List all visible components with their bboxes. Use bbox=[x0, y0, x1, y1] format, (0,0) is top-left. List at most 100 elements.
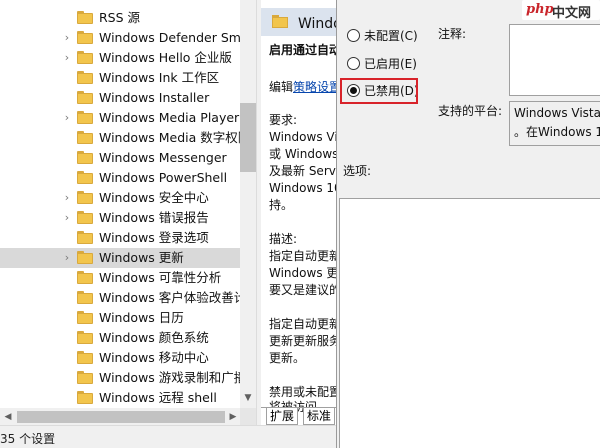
tree-item-label: Windows Ink 工作区 bbox=[99, 70, 220, 85]
requirements-line: 及最新 Service Pack bbox=[269, 164, 340, 178]
policy-detail-pane: Windows 更新 启用通过自动更新推荐的更新 编辑策略设置 要求: Wind… bbox=[261, 0, 340, 425]
description-line: 更新。 bbox=[269, 351, 306, 365]
tree-item-label: Windows 更新 bbox=[99, 250, 184, 265]
description-line: 指定自动更新 bbox=[269, 249, 340, 263]
tree-item[interactable]: Windows 远程 shell bbox=[0, 388, 240, 408]
tree-item[interactable]: › Windows Defender Smartscreen bbox=[0, 28, 240, 48]
tree-item[interactable]: › Windows 安全中心 bbox=[0, 188, 240, 208]
platform-text: 。在Windows 10 bbox=[514, 125, 600, 139]
description-line: 禁用或未配置 bbox=[269, 385, 340, 399]
options-label: 选项: bbox=[343, 164, 372, 178]
tree-item[interactable]: Windows Messenger bbox=[0, 148, 240, 168]
tree-horizontal-scroll-thumb[interactable] bbox=[17, 411, 225, 423]
tab-extended[interactable]: 扩展 bbox=[266, 408, 299, 425]
folder-icon bbox=[77, 351, 93, 364]
tree-item-label: Windows 错误报告 bbox=[99, 210, 209, 225]
radio-label: 未配置(C) bbox=[364, 29, 418, 43]
chevron-right-icon[interactable]: › bbox=[61, 191, 73, 205]
tree-item[interactable]: Windows 可靠性分析 bbox=[0, 268, 240, 288]
scroll-left-arrow-icon[interactable]: ◀ bbox=[2, 410, 14, 424]
supported-platform-field: Windows Vista 。在Windows 10 bbox=[509, 101, 600, 146]
folder-icon bbox=[77, 51, 93, 64]
tree-item[interactable]: Windows PowerShell bbox=[0, 168, 240, 188]
radio-circle-icon[interactable] bbox=[347, 29, 360, 42]
watermark-brand: php bbox=[526, 2, 554, 17]
edit-prefix: 编辑 bbox=[269, 80, 294, 94]
tree-item[interactable]: Windows Installer bbox=[0, 88, 240, 108]
folder-icon bbox=[77, 311, 93, 324]
policy-tree[interactable]: RSS 源 › Windows Defender Smartscreen › Windo… bbox=[0, 0, 255, 408]
tree-item-label: Windows 远程 shell bbox=[99, 390, 217, 405]
folder-icon bbox=[77, 271, 93, 284]
tree-item-label: Windows 登录选项 bbox=[99, 230, 209, 245]
folder-icon bbox=[77, 251, 93, 264]
description-line: 更新更新服务 bbox=[269, 334, 340, 348]
tree-item-label: Windows 安全中心 bbox=[99, 190, 209, 205]
tree-item-label: Windows Messenger bbox=[99, 150, 227, 165]
tree-vertical-scrollbar[interactable] bbox=[240, 0, 256, 408]
tab-standard[interactable]: 标准 bbox=[303, 408, 336, 425]
watermark-suffix: 中文网 bbox=[552, 6, 592, 21]
requirements-line: 持。 bbox=[269, 198, 294, 212]
tree-item-label: Windows 可靠性分析 bbox=[99, 270, 222, 285]
folder-icon bbox=[77, 11, 93, 24]
description-line: Windows 更新 bbox=[269, 266, 340, 280]
supported-platform-label: 支持的平台: bbox=[438, 104, 503, 118]
tree-item[interactable]: RSS 源 bbox=[0, 8, 240, 28]
tree-item-label: Windows PowerShell bbox=[99, 170, 228, 185]
platform-text: Windows Vista bbox=[514, 106, 600, 120]
tree-item-label: Windows 客户体验改善计划 bbox=[99, 290, 240, 305]
tree-item-label: Windows Hello 企业版 bbox=[99, 50, 232, 65]
radio-circle-icon[interactable] bbox=[347, 57, 360, 70]
chevron-right-icon[interactable]: › bbox=[61, 51, 73, 65]
folder-icon bbox=[77, 91, 93, 104]
tree-item-label: Windows Media 数字权限管理 bbox=[99, 130, 240, 145]
description-label: 描述: bbox=[269, 232, 298, 246]
tree-item[interactable]: › Windows 更新 bbox=[0, 248, 240, 268]
chevron-right-icon[interactable]: › bbox=[61, 251, 73, 265]
tree-item[interactable]: › Windows Media Player bbox=[0, 108, 240, 128]
chevron-right-icon[interactable]: › bbox=[61, 211, 73, 225]
tree-item-label: Windows Installer bbox=[99, 90, 210, 105]
tree-item-label: Windows 游戏录制和广播 bbox=[99, 370, 240, 385]
folder-icon bbox=[77, 391, 93, 404]
folder-icon bbox=[77, 211, 93, 224]
tree-item[interactable]: › Windows 错误报告 bbox=[0, 208, 240, 228]
tree-item[interactable]: › Windows Hello 企业版 bbox=[0, 48, 240, 68]
description-line: 要又是建议的 bbox=[269, 283, 340, 297]
chevron-right-icon[interactable]: › bbox=[61, 31, 73, 45]
tree-item[interactable]: Windows Media 数字权限管理 bbox=[0, 128, 240, 148]
folder-icon bbox=[77, 291, 93, 304]
edit-policy-link[interactable]: 策略设置 bbox=[293, 80, 340, 94]
annotation-highlight-box bbox=[340, 78, 418, 104]
tree-item[interactable]: Windows 移动中心 bbox=[0, 348, 240, 368]
radio-label: 已启用(E) bbox=[364, 57, 417, 71]
scroll-right-arrow-icon[interactable]: ▶ bbox=[227, 410, 239, 424]
tree-vertical-scroll-thumb[interactable] bbox=[240, 103, 256, 172]
tree-item[interactable]: Windows 颜色系统 bbox=[0, 328, 240, 348]
folder-icon bbox=[77, 371, 93, 384]
options-panel bbox=[339, 198, 600, 448]
edit-policy-line: 编辑策略设置 bbox=[269, 79, 340, 95]
folder-icon bbox=[77, 191, 93, 204]
policy-title: 启用通过自动更新推荐的更新 bbox=[269, 43, 340, 57]
tree-item[interactable]: Windows Ink 工作区 bbox=[0, 68, 240, 88]
comment-label: 注释: bbox=[438, 27, 467, 41]
tree-item-label: RSS 源 bbox=[99, 10, 141, 25]
scroll-down-arrow-icon[interactable]: ▼ bbox=[240, 390, 256, 406]
folder-icon bbox=[272, 15, 288, 28]
detail-header-title: Windows 更新 bbox=[298, 16, 340, 32]
status-setting-count: 35 个设置 bbox=[0, 432, 56, 446]
chevron-right-icon[interactable]: › bbox=[61, 111, 73, 125]
tree-item[interactable]: Windows 登录选项 bbox=[0, 228, 240, 248]
folder-icon bbox=[77, 131, 93, 144]
tree-item[interactable]: Windows 游戏录制和广播 bbox=[0, 368, 240, 388]
comment-textarea[interactable] bbox=[509, 24, 600, 96]
folder-icon bbox=[77, 171, 93, 184]
folder-icon bbox=[77, 331, 93, 344]
tree-item[interactable]: Windows 客户体验改善计划 bbox=[0, 288, 240, 308]
tree-item[interactable]: Windows 日历 bbox=[0, 308, 240, 328]
folder-icon bbox=[77, 71, 93, 84]
description-line: 指定自动更新 bbox=[269, 317, 340, 331]
tree-item-label: Windows 日历 bbox=[99, 310, 184, 325]
